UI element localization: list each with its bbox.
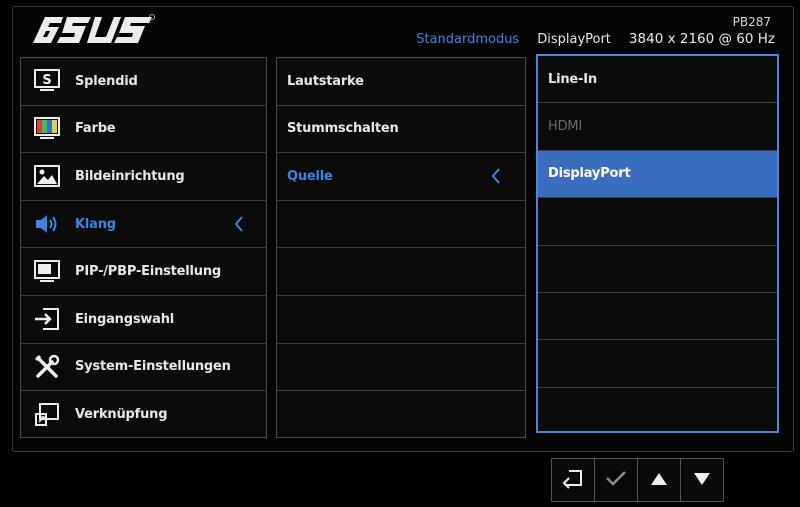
- input-indicator: DisplayPort: [537, 32, 611, 47]
- tools-icon: [33, 354, 61, 380]
- model-number: PB287: [732, 15, 771, 29]
- main-menu-item-bildeinrichtung[interactable]: Bildeinrichtung: [21, 153, 266, 201]
- sub-menu-item-quelle[interactable]: Quelle: [277, 153, 525, 201]
- main-menu-item-farbe[interactable]: Farbe: [21, 106, 266, 154]
- mode-indicator: Standardmodus: [416, 32, 520, 47]
- navigation-buttons: [551, 458, 724, 502]
- main-menu-label: Klang: [75, 216, 116, 232]
- option-hdmi: HDMI: [538, 103, 777, 151]
- back-icon: [561, 467, 585, 493]
- option-line-in[interactable]: Line-In: [538, 56, 777, 104]
- sub-menu-label: Quelle: [287, 168, 333, 184]
- pip-icon: [33, 259, 61, 285]
- svg-text:S: S: [42, 73, 51, 88]
- sub-menu-empty-row: [277, 248, 525, 296]
- color-icon: [33, 116, 61, 142]
- sub-menu-empty-row: [277, 201, 525, 249]
- main-menu-label: Verknüpfung: [75, 407, 168, 423]
- sub-menu-empty-row: [277, 391, 525, 439]
- main-menu-item-pip[interactable]: PIP-/PBP-Einstellung: [21, 248, 266, 296]
- option-label: Line-In: [548, 71, 597, 87]
- main-menu-item-eingangswahl[interactable]: Eingangswahl: [21, 296, 266, 344]
- main-menu-item-verknuepfung[interactable]: Verknüpfung: [21, 391, 266, 439]
- option-empty-row: [538, 340, 777, 388]
- chevron-left-icon: [234, 216, 244, 232]
- main-menu-item-klang[interactable]: Klang: [21, 201, 266, 249]
- main-menu-label: Eingangswahl: [75, 311, 175, 327]
- main-menu-label: Bildeinrichtung: [75, 168, 185, 184]
- sub-menu-empty-row: [277, 344, 525, 392]
- confirm-button[interactable]: [594, 458, 638, 502]
- option-empty-row: [538, 293, 777, 341]
- down-button[interactable]: [680, 458, 724, 502]
- sub-menu-label: Lautstarke: [287, 73, 364, 89]
- main-menu: S Splendid Farbe Bildeinrichtung Klang P…: [20, 57, 267, 438]
- option-empty-row: [538, 198, 777, 246]
- check-icon: [605, 469, 627, 491]
- main-menu-label: Splendid: [75, 73, 138, 89]
- asus-logo: [31, 13, 155, 53]
- image-setup-icon: [33, 163, 61, 189]
- main-menu-label: PIP-/PBP-Einstellung: [75, 264, 222, 280]
- status-bar: Standardmodus DisplayPort 3840 x 2160 @ …: [416, 31, 775, 47]
- up-arrow-icon: [650, 471, 668, 490]
- option-empty-row: [538, 388, 777, 435]
- option-list: Line-In HDMI DisplayPort: [536, 54, 779, 433]
- sub-menu-item-stummschalten[interactable]: Stummschalten: [277, 106, 525, 154]
- back-button[interactable]: [551, 458, 595, 502]
- speaker-icon: [33, 211, 61, 237]
- main-menu-item-system[interactable]: System-Einstellungen: [21, 344, 266, 392]
- sub-menu-label: Stummschalten: [287, 121, 399, 137]
- splendid-icon: S: [33, 68, 61, 94]
- up-button[interactable]: [637, 458, 681, 502]
- sub-menu-empty-row: [277, 296, 525, 344]
- resolution-indicator: 3840 x 2160 @ 60 Hz: [628, 31, 775, 47]
- sub-menu: Lautstarke Stummschalten Quelle: [276, 57, 526, 438]
- main-menu-label: Farbe: [75, 121, 116, 137]
- option-empty-row: [538, 246, 777, 293]
- down-arrow-icon: [693, 471, 711, 490]
- main-menu-label: System-Einstellungen: [75, 359, 231, 375]
- sub-menu-item-lautstarke[interactable]: Lautstarke: [277, 58, 525, 106]
- main-menu-item-splendid[interactable]: S Splendid: [21, 58, 266, 106]
- option-label: DisplayPort: [548, 166, 631, 182]
- option-label: HDMI: [548, 119, 583, 135]
- chevron-left-icon: [491, 168, 501, 185]
- option-displayport[interactable]: DisplayPort: [538, 150, 777, 199]
- input-select-icon: [33, 306, 61, 332]
- shortcut-icon: [33, 402, 61, 428]
